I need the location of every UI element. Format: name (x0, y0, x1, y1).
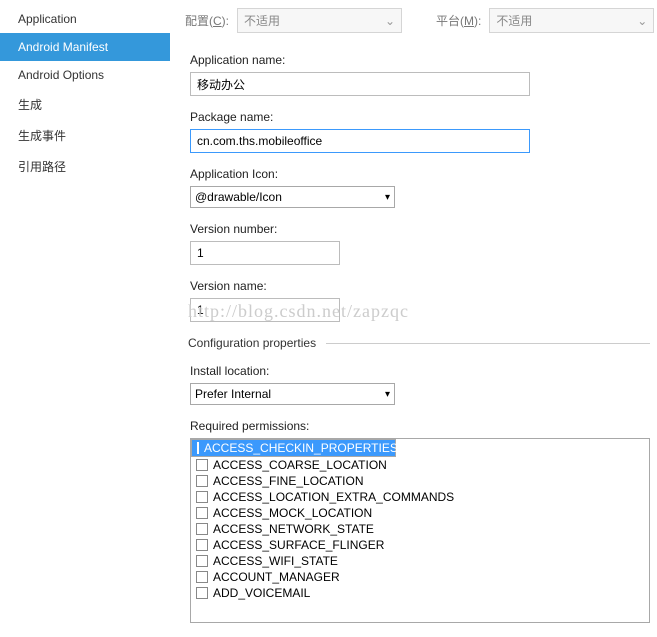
top-row: 配置(C): 不适用 ⌄ 平台(M): 不适用 ⌄ (185, 8, 657, 33)
permission-label: ACCESS_LOCATION_EXTRA_COMMANDS (213, 490, 454, 504)
permissions-list[interactable]: ACCESS_CHECKIN_PROPERTIES ACCESS_COARSE_L… (190, 438, 650, 623)
platform-label: 平台(M): (436, 12, 481, 29)
permission-row[interactable]: ACCESS_SURFACE_FLINGER (191, 537, 649, 553)
install-location-value: Prefer Internal (195, 387, 271, 401)
checkbox-icon[interactable] (196, 459, 208, 471)
permission-label: ACCESS_FINE_LOCATION (213, 474, 363, 488)
chevron-down-icon: ⌄ (385, 14, 395, 28)
permission-row[interactable]: ACCESS_MOCK_LOCATION (191, 505, 649, 521)
platform-select-value: 不适用 (496, 12, 532, 29)
permission-label: ACCESS_COARSE_LOCATION (213, 458, 387, 472)
permission-row[interactable]: ADD_VOICEMAIL (191, 585, 649, 601)
checkbox-icon[interactable] (196, 555, 208, 567)
chevron-down-icon: ⌄ (637, 14, 647, 28)
application-icon-select[interactable]: @drawable/Icon ▾ (190, 186, 395, 208)
sidebar: Application Android Manifest Android Opt… (0, 0, 170, 637)
sidebar-item-application[interactable]: Application (0, 5, 170, 33)
permission-row[interactable]: ACCESS_WIFI_STATE (191, 553, 649, 569)
checkbox-icon[interactable] (196, 539, 208, 551)
version-number-input[interactable] (190, 241, 340, 265)
install-location-label: Install location: (190, 364, 650, 378)
checkbox-icon[interactable] (196, 475, 208, 487)
sidebar-item-android-options[interactable]: Android Options (0, 61, 170, 89)
permission-label: ACCOUNT_MANAGER (213, 570, 340, 584)
form: Application name: Package name: Applicat… (185, 53, 657, 637)
permission-label: ADD_VOICEMAIL (213, 586, 310, 600)
platform-select: 不适用 ⌄ (489, 8, 654, 33)
checkbox-icon[interactable] (197, 442, 199, 454)
sidebar-item-build-events[interactable]: 生成事件 (0, 120, 170, 151)
divider (326, 343, 650, 344)
chevron-down-icon: ▾ (385, 192, 390, 203)
application-name-input[interactable] (190, 72, 530, 96)
checkbox-icon[interactable] (196, 507, 208, 519)
checkbox-icon[interactable] (196, 491, 208, 503)
configuration-properties-label: Configuration properties (188, 336, 316, 350)
sidebar-item-build[interactable]: 生成 (0, 89, 170, 120)
version-name-label: Version name: (190, 279, 650, 293)
package-name-label: Package name: (190, 110, 650, 124)
checkbox-icon[interactable] (196, 571, 208, 583)
package-name-input[interactable] (190, 129, 530, 153)
version-name-input[interactable] (190, 298, 340, 322)
chevron-down-icon: ▾ (385, 389, 390, 400)
config-label: 配置(C): (185, 12, 229, 29)
main-panel: 配置(C): 不适用 ⌄ 平台(M): 不适用 ⌄ Application na… (170, 0, 657, 637)
permission-label: ACCESS_SURFACE_FLINGER (213, 538, 384, 552)
configuration-properties-header: Configuration properties (188, 336, 650, 350)
application-icon-label: Application Icon: (190, 167, 650, 181)
config-select: 不适用 ⌄ (237, 8, 402, 33)
application-name-label: Application name: (190, 53, 650, 67)
permission-row[interactable]: ACCESS_NETWORK_STATE (191, 521, 649, 537)
checkbox-icon[interactable] (196, 523, 208, 535)
permission-row[interactable]: ACCESS_COARSE_LOCATION (191, 457, 649, 473)
sidebar-item-android-manifest[interactable]: Android Manifest (0, 33, 170, 61)
permission-row[interactable]: ACCESS_LOCATION_EXTRA_COMMANDS (191, 489, 649, 505)
required-permissions-label: Required permissions: (190, 419, 650, 433)
config-select-value: 不适用 (244, 12, 280, 29)
install-location-select[interactable]: Prefer Internal ▾ (190, 383, 395, 405)
permission-row[interactable]: ACCOUNT_MANAGER (191, 569, 649, 585)
permission-row[interactable]: ACCESS_FINE_LOCATION (191, 473, 649, 489)
permission-label: ACCESS_CHECKIN_PROPERTIES (204, 441, 398, 455)
application-icon-value: @drawable/Icon (195, 190, 282, 204)
sidebar-item-reference-paths[interactable]: 引用路径 (0, 151, 170, 182)
permission-row[interactable]: ACCESS_CHECKIN_PROPERTIES (191, 439, 396, 457)
checkbox-icon[interactable] (196, 587, 208, 599)
permission-label: ACCESS_WIFI_STATE (213, 554, 338, 568)
permission-label: ACCESS_NETWORK_STATE (213, 522, 374, 536)
permission-label: ACCESS_MOCK_LOCATION (213, 506, 372, 520)
version-number-label: Version number: (190, 222, 650, 236)
